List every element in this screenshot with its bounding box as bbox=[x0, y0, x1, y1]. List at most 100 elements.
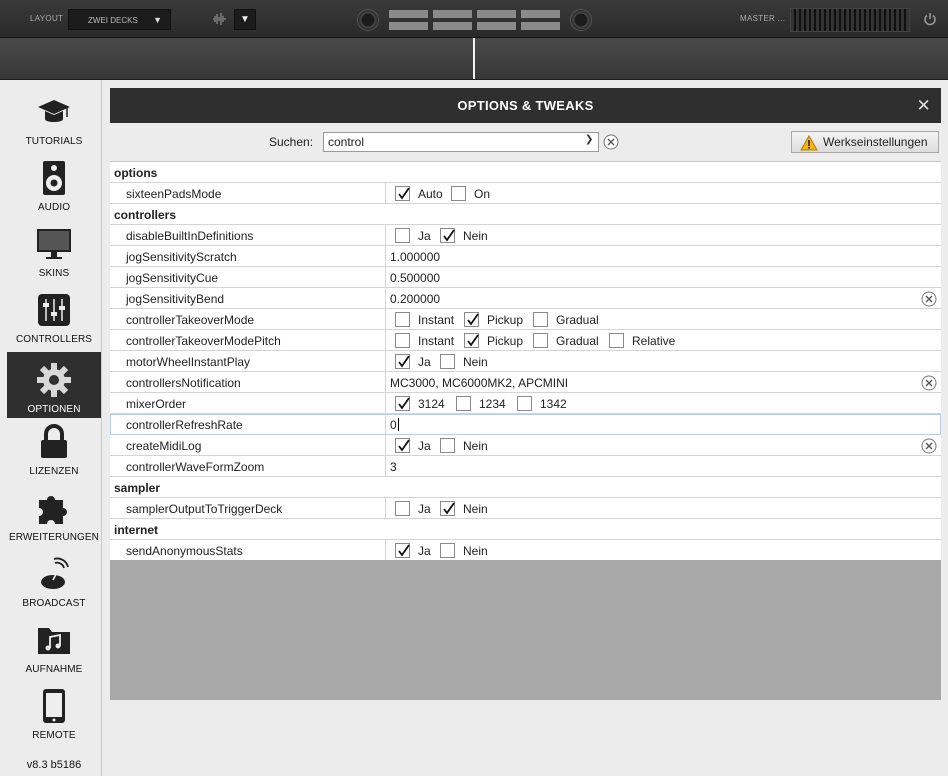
table-row-createMidiLog: createMidiLog Ja Nein bbox=[110, 435, 941, 456]
checkbox[interactable] bbox=[440, 228, 455, 243]
checkbox[interactable] bbox=[395, 186, 410, 201]
option-value[interactable]: 1.000000 bbox=[390, 250, 440, 264]
dialog-title: OPTIONS & TWEAKS bbox=[457, 98, 594, 113]
option-label: Gradual bbox=[556, 334, 599, 348]
checkmark-icon bbox=[398, 355, 410, 368]
sidebar-item-controllers[interactable]: CONTROLLERS bbox=[7, 282, 101, 348]
dialog-title-bar: OPTIONS & TWEAKS ✕ bbox=[110, 88, 941, 123]
waveform-icon[interactable] bbox=[212, 11, 228, 27]
checkbox[interactable] bbox=[440, 543, 455, 558]
checkbox[interactable] bbox=[395, 228, 410, 243]
table-row-controllerTakeoverModePitch: controllerTakeoverModePitch Instant Pick… bbox=[110, 330, 941, 351]
option-label: Ja bbox=[418, 355, 431, 369]
option-name: sendAnonymousStats bbox=[110, 540, 386, 560]
option-label: Ja bbox=[418, 544, 431, 558]
table-row-sixteenPadsMode: sixteenPadsMode Auto On bbox=[110, 183, 941, 204]
option-label: Auto bbox=[418, 187, 443, 201]
option-name: controllerTakeoverModePitch bbox=[110, 330, 386, 350]
checkbox[interactable] bbox=[395, 333, 410, 348]
checkbox[interactable] bbox=[440, 354, 455, 369]
sidebar-item-skins[interactable]: SKINS bbox=[7, 216, 101, 282]
lock-icon bbox=[41, 424, 67, 458]
option-label: Nein bbox=[463, 355, 488, 369]
level-indicator-3 bbox=[477, 10, 516, 34]
power-icon[interactable] bbox=[923, 12, 937, 26]
option-value[interactable]: 0.500000 bbox=[390, 271, 440, 285]
checkbox[interactable] bbox=[395, 354, 410, 369]
graduation-cap-icon bbox=[38, 100, 70, 122]
table-row-controllerTakeoverMode: controllerTakeoverMode Instant Pickup Gr… bbox=[110, 309, 941, 330]
checkbox[interactable] bbox=[395, 543, 410, 558]
sidebar-item-aufnahme[interactable]: AUFNAHME bbox=[7, 612, 101, 678]
checkbox[interactable] bbox=[451, 186, 466, 201]
sidebar-item-lizenzen[interactable]: LIZENZEN bbox=[7, 414, 101, 480]
checkmark-icon bbox=[443, 229, 455, 242]
checkbox[interactable] bbox=[464, 333, 479, 348]
search-bar: Suchen: control ❯ Werkseinstellungen bbox=[110, 124, 941, 160]
checkbox[interactable] bbox=[456, 396, 471, 411]
option-name: controllerTakeoverMode bbox=[110, 309, 386, 329]
checkbox[interactable] bbox=[395, 438, 410, 453]
checkbox[interactable] bbox=[440, 501, 455, 516]
reset-value-icon[interactable] bbox=[921, 291, 937, 307]
speaker-icon bbox=[43, 161, 65, 195]
option-label: 1234 bbox=[479, 397, 506, 411]
section-header-options: options bbox=[110, 162, 941, 183]
search-input[interactable]: control bbox=[323, 132, 599, 152]
option-name: jogSensitivityScratch bbox=[110, 246, 386, 266]
option-label: Nein bbox=[463, 502, 488, 516]
right-crossfader-knob[interactable] bbox=[570, 9, 592, 31]
sidebar-item-optionen[interactable]: OPTIONEN bbox=[7, 352, 101, 418]
checkbox[interactable] bbox=[517, 396, 532, 411]
table-row-jogSensitivityScratch: jogSensitivityScratch 1.000000 bbox=[110, 246, 941, 267]
sidebar-item-label: REMOTE bbox=[32, 730, 76, 741]
text-cursor bbox=[397, 418, 399, 431]
option-name: jogSensitivityBend bbox=[110, 288, 386, 308]
checkbox[interactable] bbox=[533, 333, 548, 348]
reset-value-icon[interactable] bbox=[921, 438, 937, 454]
reset-value-icon[interactable] bbox=[921, 375, 937, 391]
factory-reset-label: Werkseinstellungen bbox=[823, 135, 928, 149]
version-label: v8.3 b5186 bbox=[26, 759, 82, 771]
option-value[interactable]: 0.200000 bbox=[390, 292, 440, 306]
option-value-input[interactable]: 0 bbox=[390, 418, 399, 432]
sidebar-item-remote[interactable]: REMOTE bbox=[7, 678, 101, 744]
checkbox[interactable] bbox=[440, 438, 455, 453]
close-icon[interactable]: ✕ bbox=[916, 88, 931, 123]
checkmark-icon bbox=[398, 187, 410, 200]
option-value[interactable]: 3 bbox=[390, 460, 397, 474]
factory-reset-button[interactable]: Werkseinstellungen bbox=[791, 131, 939, 153]
checkbox[interactable] bbox=[395, 396, 410, 411]
sidebar-item-erweiterungen[interactable]: ERWEITERUNGEN bbox=[7, 480, 101, 546]
tablet-icon bbox=[43, 689, 65, 723]
view-dropdown-button[interactable]: ▼ bbox=[234, 9, 256, 30]
waveform-overview[interactable] bbox=[0, 38, 948, 80]
checkbox[interactable] bbox=[395, 312, 410, 327]
checkbox[interactable] bbox=[464, 312, 479, 327]
sidebar-item-label: AUFNAHME bbox=[25, 664, 83, 675]
option-value[interactable]: MC3000, MC6000MK2, APCMINI bbox=[390, 376, 568, 390]
option-name: motorWheelInstantPlay bbox=[110, 351, 386, 371]
level-indicator-4 bbox=[521, 10, 560, 34]
table-row-jogSensitivityBend: jogSensitivityBend 0.200000 bbox=[110, 288, 941, 309]
sidebar-item-broadcast[interactable]: BROADCAST bbox=[7, 546, 101, 612]
sidebar-item-label: ERWEITERUNGEN bbox=[8, 532, 99, 543]
left-crossfader-knob[interactable] bbox=[357, 9, 379, 31]
checkbox[interactable] bbox=[609, 333, 624, 348]
checkmark-icon bbox=[398, 544, 410, 557]
section-header-internet: internet bbox=[110, 519, 941, 540]
clear-search-icon[interactable] bbox=[603, 134, 619, 150]
sidebar-item-audio[interactable]: AUDIO bbox=[7, 150, 101, 216]
section-title: controllers bbox=[114, 208, 177, 222]
level-indicator-2 bbox=[433, 10, 472, 34]
level-indicator-1 bbox=[389, 10, 428, 34]
checkbox[interactable] bbox=[533, 312, 548, 327]
option-name: createMidiLog bbox=[110, 435, 386, 455]
playhead-cursor bbox=[473, 38, 475, 79]
sidebar-item-tutorials[interactable]: TUTORIALS bbox=[7, 84, 101, 150]
option-label: Nein bbox=[463, 544, 488, 558]
layout-dropdown[interactable]: ZWEI DECKS ▼ bbox=[68, 9, 171, 30]
checkbox[interactable] bbox=[395, 501, 410, 516]
table-row-sendAnonymousStats: sendAnonymousStats Ja Nein bbox=[110, 540, 941, 561]
chevron-down-icon[interactable]: ❯ bbox=[585, 134, 593, 145]
